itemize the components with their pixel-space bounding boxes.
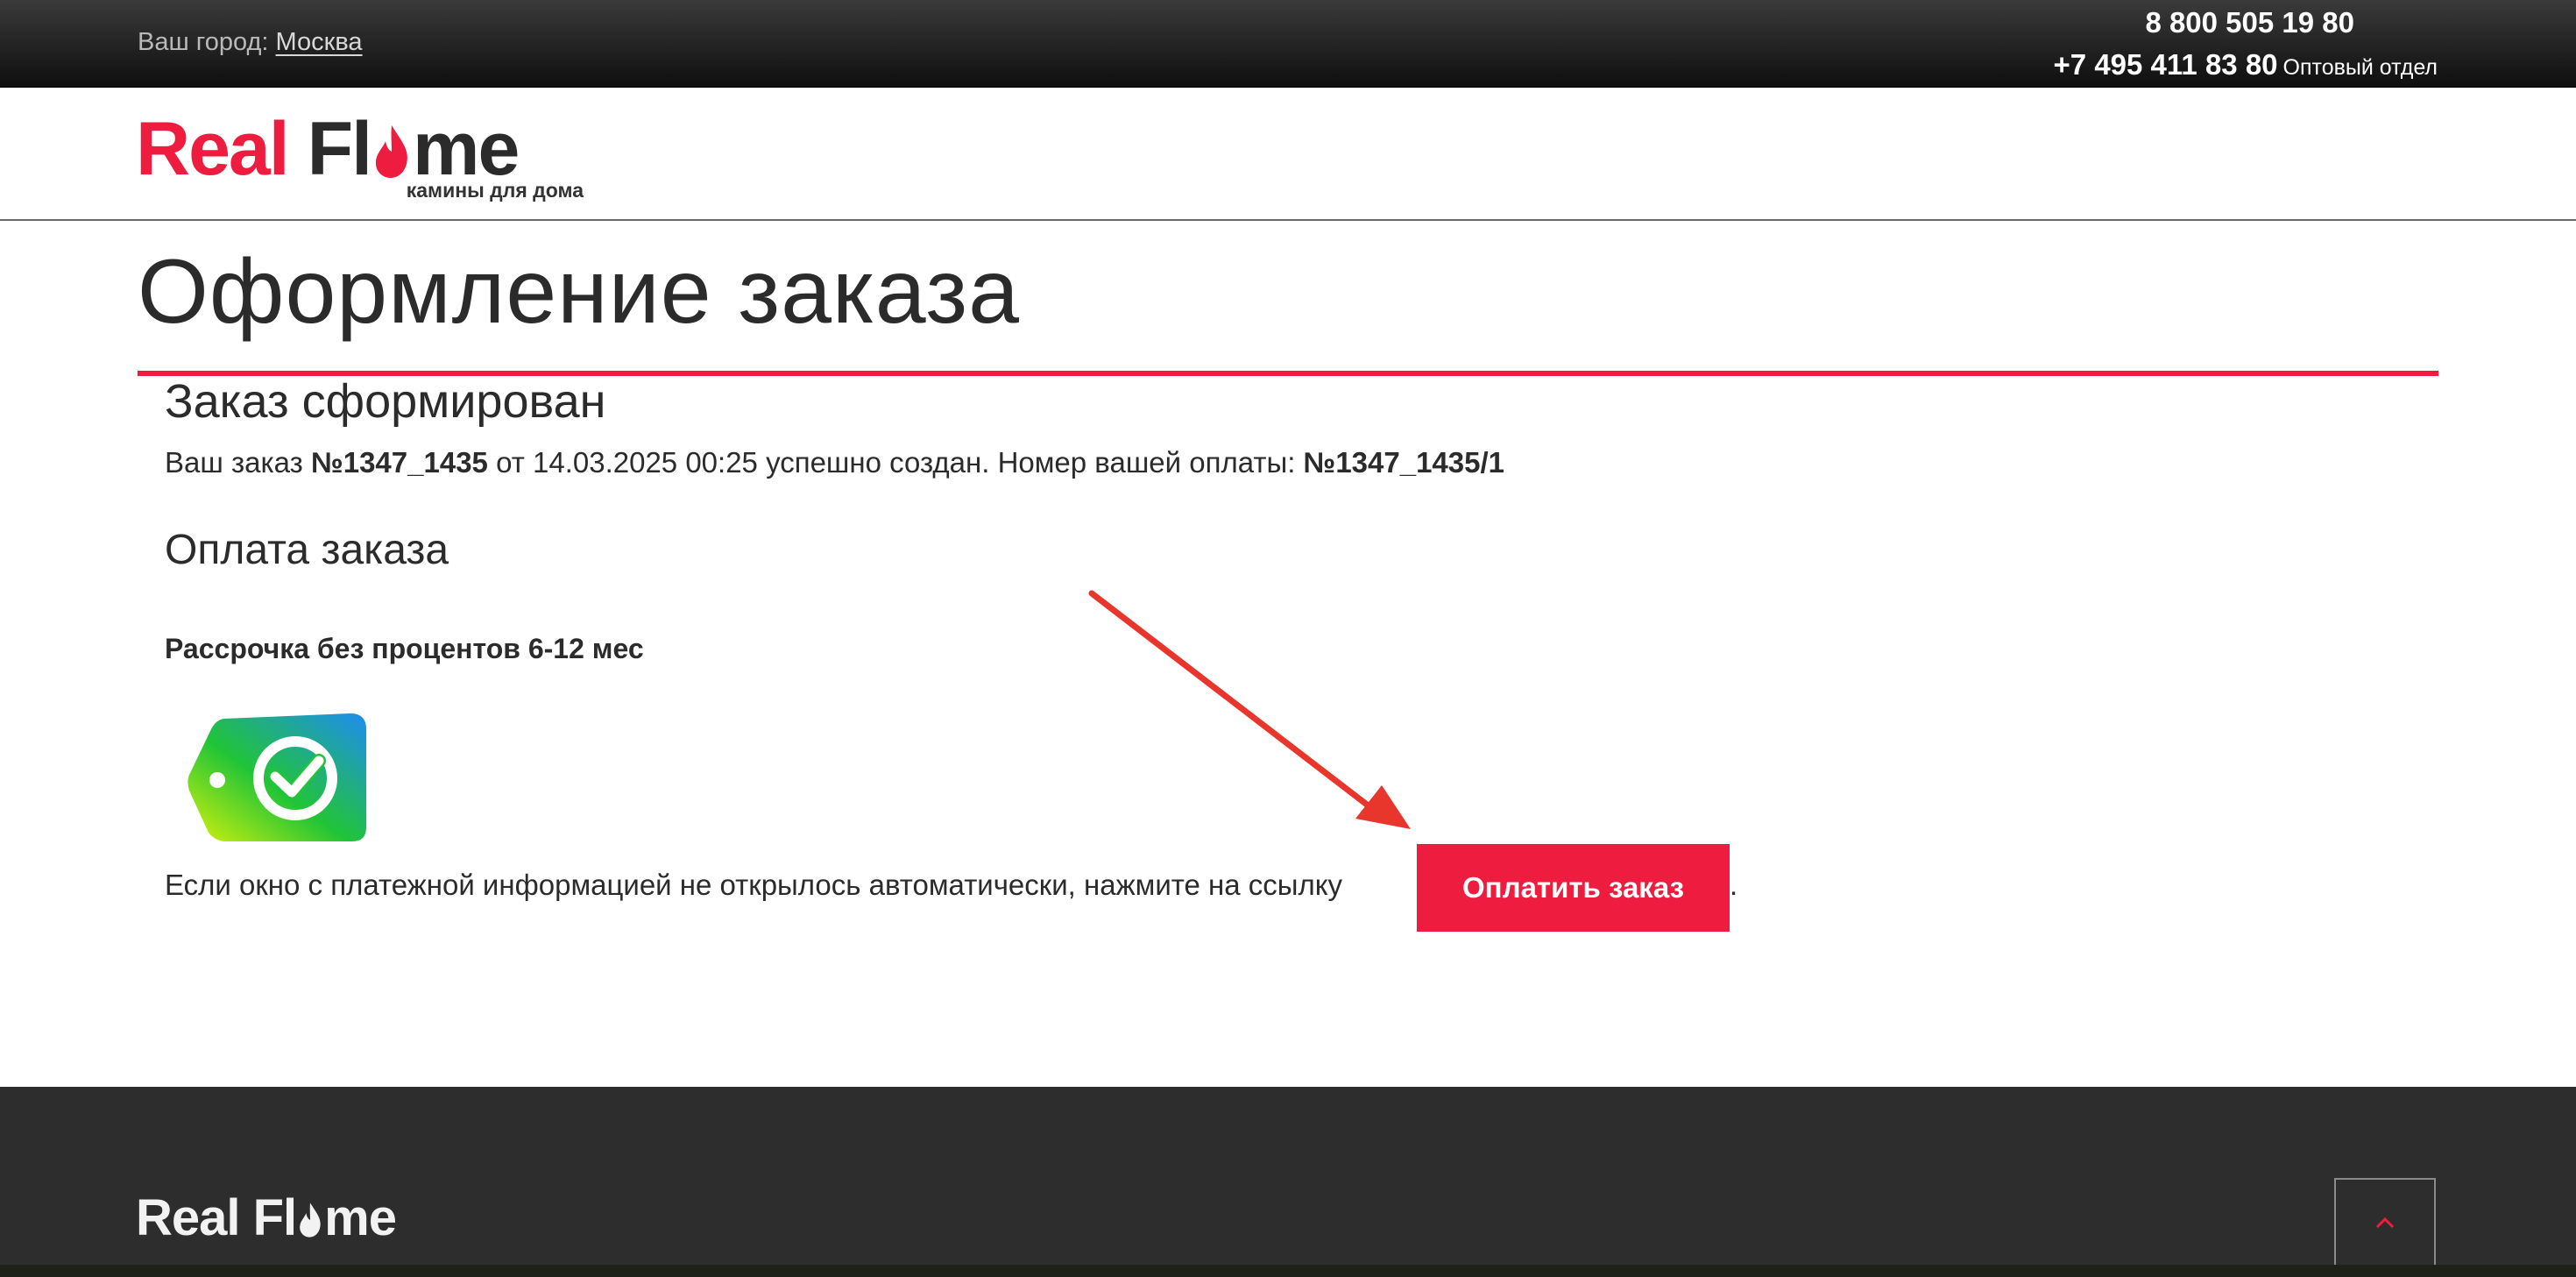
footer-background-strip — [0, 1265, 2576, 1277]
phone-secondary[interactable]: +7 495 411 83 80 — [2054, 48, 2278, 81]
city-link[interactable]: Москва — [276, 28, 363, 56]
footer-logo[interactable]: Real Fl me — [136, 1188, 397, 1249]
site-logo[interactable]: Real Fl me камины для дома — [136, 105, 591, 206]
page-title: Оформление заказа — [138, 241, 1020, 343]
order-created-heading: Заказ сформирован — [165, 375, 606, 428]
payment-heading: Оплата заказа — [165, 527, 449, 573]
chevron-up-icon — [2375, 1217, 2395, 1228]
flame-icon — [375, 125, 407, 178]
installment-title: Рассрочка без процентов 6-12 мес — [165, 633, 644, 664]
scroll-to-top-button[interactable] — [2334, 1178, 2436, 1265]
order-text-prefix: Ваш заказ — [165, 446, 311, 479]
order-confirmation-text: Ваш заказ №1347_1435 от 14.03.2025 00:25… — [165, 443, 1504, 482]
payment-number: №1347_1435/1 — [1303, 446, 1505, 479]
phone-secondary-row: +7 495 411 83 80 Оптовый отдел — [2054, 47, 2438, 89]
logo-real: Real — [136, 107, 290, 191]
payment-hint-text: Если окно с платежной информацией не отк… — [165, 869, 1343, 901]
top-bar: Ваш город: Москва 8 800 505 19 80 +7 495… — [0, 0, 2576, 88]
pay-order-button[interactable]: Оплатить заказ — [1417, 844, 1730, 932]
phone-main[interactable]: 8 800 505 19 80 — [2054, 5, 2354, 40]
phones: 8 800 505 19 80 +7 495 411 83 80 Оптовый … — [2054, 5, 2438, 89]
order-text-middle: от 14.03.2025 00:25 успешно создан. Номе… — [487, 446, 1304, 479]
footer-logo-text-end: me — [324, 1189, 397, 1246]
city-label: Ваш город: — [138, 28, 269, 56]
order-number: №1347_1435 — [310, 446, 488, 479]
footer-flame-icon — [300, 1203, 321, 1238]
wholesale-label: Оптовый отдел — [2282, 55, 2438, 80]
city-selector: Ваш город: Москва — [138, 28, 363, 57]
hint-period: . — [1730, 869, 1738, 901]
sber-payment-tag-icon — [188, 713, 366, 841]
site-footer: Real Fl me — [0, 1087, 2576, 1265]
site-header: Real Fl me камины для дома — [0, 88, 2576, 221]
logo-tagline: камины для дома — [406, 179, 584, 202]
footer-logo-text: Real Fl — [136, 1189, 297, 1246]
